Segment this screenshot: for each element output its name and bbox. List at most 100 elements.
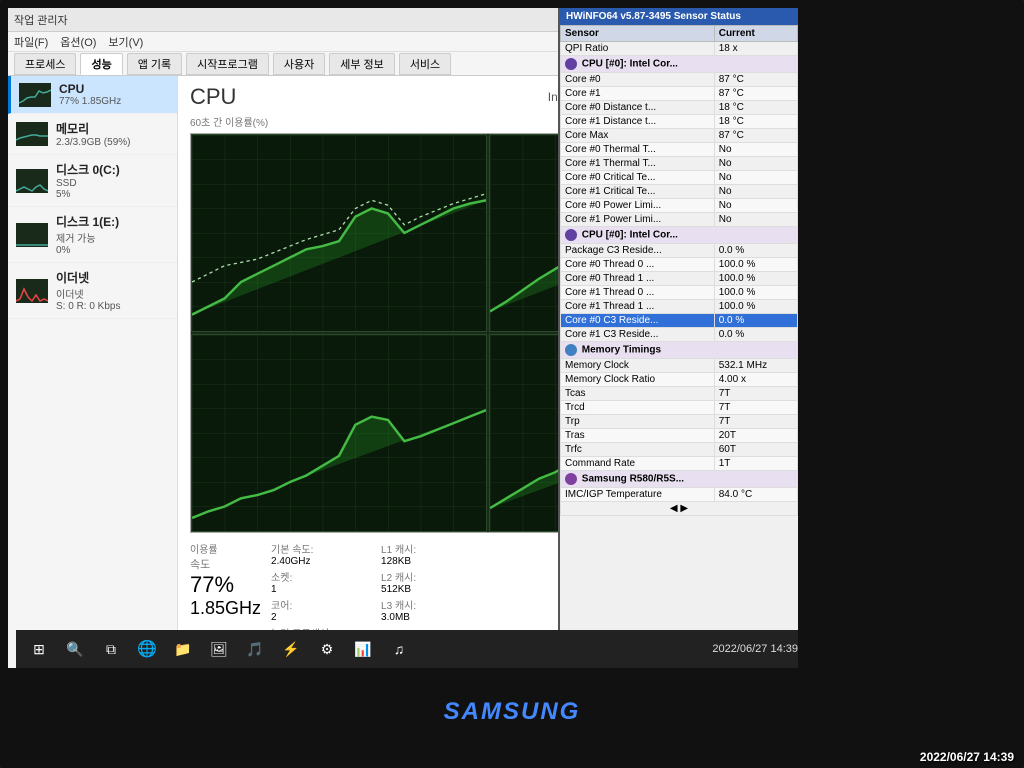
explorer-button[interactable]: 📁: [168, 635, 198, 663]
hwinfo-row: Memory Clock532.1 MHz: [561, 359, 798, 373]
cpu1-section-text: CPU [#0]: Intel Cor...: [582, 230, 678, 241]
sensor-value: 84.0 °C: [714, 488, 797, 502]
hwinfo-row: Core #1 Thread 1 ...100.0 %: [561, 300, 798, 314]
hwinfo-row: Memory Clock Ratio4.00 x: [561, 373, 798, 387]
monitor-bezel: 작업 관리자 _ □ ✕ 파일(F) 옵션(O) 보기(V) 프로세스 성능 앱…: [0, 0, 1024, 768]
hwinfo-row: Core #0 Thread 1 ...100.0 %: [561, 272, 798, 286]
sensor-name: IMC/IGP Temperature: [561, 488, 715, 502]
tab-details[interactable]: 세부 정보: [329, 53, 395, 75]
sensor-value: 100.0 %: [714, 286, 797, 300]
usage-value: 77%: [190, 572, 261, 598]
sensor-name: Core #0 Thread 1 ...: [561, 272, 715, 286]
ethernet-sparkline-icon: [16, 279, 48, 303]
tab-performance[interactable]: 성능: [80, 53, 122, 75]
hwinfo-row: Trfc60T: [561, 443, 798, 457]
sensor-name: Core #1 Distance t...: [561, 115, 715, 129]
sensor-value: 7T: [714, 387, 797, 401]
taskbar-time: 2022/06/27 14:39: [712, 643, 798, 655]
photo-button[interactable]: 🖼: [204, 635, 234, 663]
base-speed-value: 2.40GHz: [271, 556, 371, 567]
menu-view[interactable]: 보기(V): [108, 34, 143, 50]
hwinfo-row: Core #1 Distance t...18 °C: [561, 115, 798, 129]
sensor-value: 7T: [714, 415, 797, 429]
socket-value: 1: [271, 584, 371, 595]
graph-core0-svg: [192, 135, 486, 331]
sensor-value: 60T: [714, 443, 797, 457]
sidebar-item-ethernet[interactable]: 이더넷 이더넷 S: 0 R: 0 Kbps: [8, 263, 177, 319]
media-button[interactable]: ♫: [384, 635, 414, 663]
qpi-value: 18 x: [714, 42, 797, 56]
sensor-value: 20T: [714, 429, 797, 443]
sidebar-item-disk0[interactable]: 디스크 0(C:) SSD 5%: [8, 155, 177, 207]
memory-section-text: Memory Timings: [582, 345, 661, 356]
menu-options[interactable]: 옵션(O): [60, 34, 96, 50]
sensor-value: 1T: [714, 457, 797, 471]
search-button[interactable]: 🔍: [60, 635, 90, 663]
disk1-sparkline-icon: [16, 223, 48, 247]
sensor-name: Core #1 Critical Te...: [561, 185, 715, 199]
sensor-value: 87 °C: [714, 129, 797, 143]
hwinfo-row: Command Rate1T: [561, 457, 798, 471]
start-button[interactable]: ⊞: [24, 635, 54, 663]
sensor-name: Memory Clock: [561, 359, 715, 373]
menu-file[interactable]: 파일(F): [14, 34, 48, 50]
tab-users[interactable]: 사용자: [273, 53, 325, 75]
title-bar-left: 작업 관리자: [14, 12, 68, 28]
sidebar-item-disk1[interactable]: 디스크 1(E:) 제거 가능 0%: [8, 207, 177, 263]
tab-services[interactable]: 서비스: [399, 53, 451, 75]
cpu0-section-label: CPU [#0]: Intel Cor...: [561, 56, 798, 73]
stats-button[interactable]: 📊: [348, 635, 378, 663]
browser-button[interactable]: 🌐: [132, 635, 162, 663]
hwinfo-nav-row: ◀ ▶: [561, 502, 798, 516]
sidebar-memory-text: 메모리 2.3/3.9GB (59%): [56, 120, 169, 148]
hwinfo-row: Core #0 Distance t...18 °C: [561, 101, 798, 115]
power-button[interactable]: ⚡: [276, 635, 306, 663]
tab-startup[interactable]: 시작프로그램: [186, 53, 269, 75]
cpu-section-icon: [565, 58, 577, 70]
sensor-value: 4.00 x: [714, 373, 797, 387]
sidebar: CPU 77% 1.85GHz 메모리 2.3/3.9GB (59%): [8, 76, 178, 668]
sensor-name: Core #1 Thread 0 ...: [561, 286, 715, 300]
cpu1-section-header: CPU [#0]: Intel Cor...: [561, 227, 798, 244]
sensor-name: Core #1 Thermal T...: [561, 157, 715, 171]
taskbar: ⊞ 🔍 ⧉ 🌐 📁 🖼 🎵 ⚡ ⚙ 📊 ♫ 2022/06/27 14:39: [16, 630, 798, 668]
sidebar-item-memory[interactable]: 메모리 2.3/3.9GB (59%): [8, 114, 177, 155]
tab-app-history[interactable]: 앱 기록: [127, 53, 182, 75]
settings-button[interactable]: ⚙: [312, 635, 342, 663]
window-title: 작업 관리자: [14, 12, 68, 28]
hwinfo-row: Core #1 Thread 0 ...100.0 %: [561, 286, 798, 300]
qpi-sensor: QPI Ratio: [561, 42, 715, 56]
sensor-name: Core #1 Thread 1 ...: [561, 300, 715, 314]
hwinfo-row: Trp7T: [561, 415, 798, 429]
hwinfo-row: Core #087 °C: [561, 73, 798, 87]
sidebar-disk1-name: 디스크 1(E:): [56, 213, 169, 230]
cpu0-section-header: CPU [#0]: Intel Cor...: [561, 56, 798, 73]
qpi-row: QPI Ratio 18 x: [561, 42, 798, 56]
samsung-section-header: Samsung R580/R5S...: [561, 471, 798, 488]
music-button[interactable]: 🎵: [240, 635, 270, 663]
core-label: 코어:: [271, 597, 371, 612]
sidebar-ethernet-name: 이더넷: [56, 269, 169, 286]
samsung-brand-label: SAMSUNG: [444, 698, 581, 726]
memory-sparkline-icon: [16, 122, 48, 146]
usage-label: 이용률: [190, 541, 261, 556]
hwinfo-nav[interactable]: ◀ ▶: [561, 502, 798, 516]
sidebar-item-cpu[interactable]: CPU 77% 1.85GHz: [8, 76, 177, 114]
memory-section-header: Memory Timings: [561, 342, 798, 359]
sensor-value: 0.0 %: [714, 328, 797, 342]
sensor-value: 100.0 %: [714, 300, 797, 314]
sensor-name: Memory Clock Ratio: [561, 373, 715, 387]
sensor-value: 87 °C: [714, 73, 797, 87]
sensor-value: 87 °C: [714, 87, 797, 101]
hwinfo-row: IMC/IGP Temperature84.0 °C: [561, 488, 798, 502]
memory-section-icon: [565, 344, 577, 356]
sidebar-cpu-text: CPU 77% 1.85GHz: [59, 82, 169, 107]
sensor-value: No: [714, 199, 797, 213]
hwinfo-row: Core #1 Critical Te...No: [561, 185, 798, 199]
sidebar-disk1-sub1: 제거 가능: [56, 230, 169, 245]
tab-process[interactable]: 프로세스: [14, 53, 76, 75]
sidebar-memory-name: 메모리: [56, 120, 169, 137]
task-view-button[interactable]: ⧉: [96, 635, 126, 663]
sidebar-ethernet-sub2: S: 0 R: 0 Kbps: [56, 301, 169, 312]
sensor-value: 18 °C: [714, 101, 797, 115]
